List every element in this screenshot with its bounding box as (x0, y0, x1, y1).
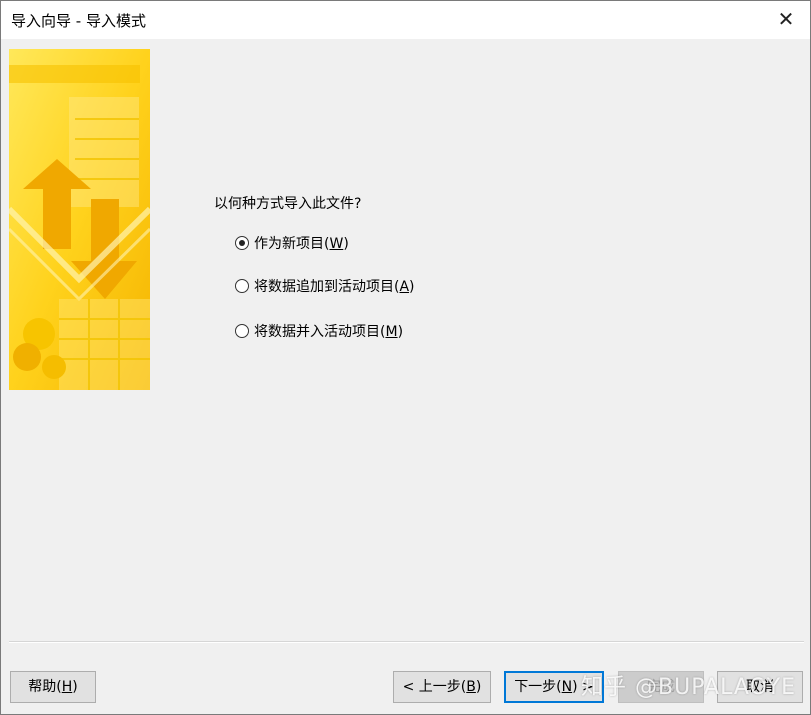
window-title: 导入向导 - 导入模式 (11, 12, 146, 30)
option-merge-into-active-project[interactable]: 将数据并入活动项目(M) (235, 321, 403, 341)
option-new-project-label: 作为新项目(W) (254, 236, 349, 252)
radio-new-project[interactable] (235, 236, 249, 250)
option-merge-label: 将数据并入活动项目(M) (254, 324, 404, 340)
import-mode-question: 以何种方式导入此文件? (214, 196, 362, 212)
radio-append[interactable] (235, 279, 249, 293)
option-append-to-active-project[interactable]: 将数据追加到活动项目(A) (235, 276, 415, 296)
footer-separator (9, 641, 804, 643)
option-append-label: 将数据追加到活动项目(A) (254, 279, 415, 295)
radio-merge[interactable] (235, 324, 249, 338)
close-icon[interactable]: ✕ (776, 7, 796, 31)
import-wizard-window: 导入向导 - 导入模式 ✕ 以何种方式导入此文件? 作为新项目(W) 将数据追加… (0, 0, 811, 715)
watermark: 知乎 @BUPALAOYE (581, 675, 796, 700)
help-button[interactable]: 帮助(H) (10, 671, 96, 703)
title-bar: 导入向导 - 导入模式 ✕ (1, 1, 810, 39)
wizard-banner-image (9, 49, 150, 390)
option-new-project[interactable]: 作为新项目(W) (235, 233, 349, 253)
back-button[interactable]: < 上一步(B) (393, 671, 491, 703)
